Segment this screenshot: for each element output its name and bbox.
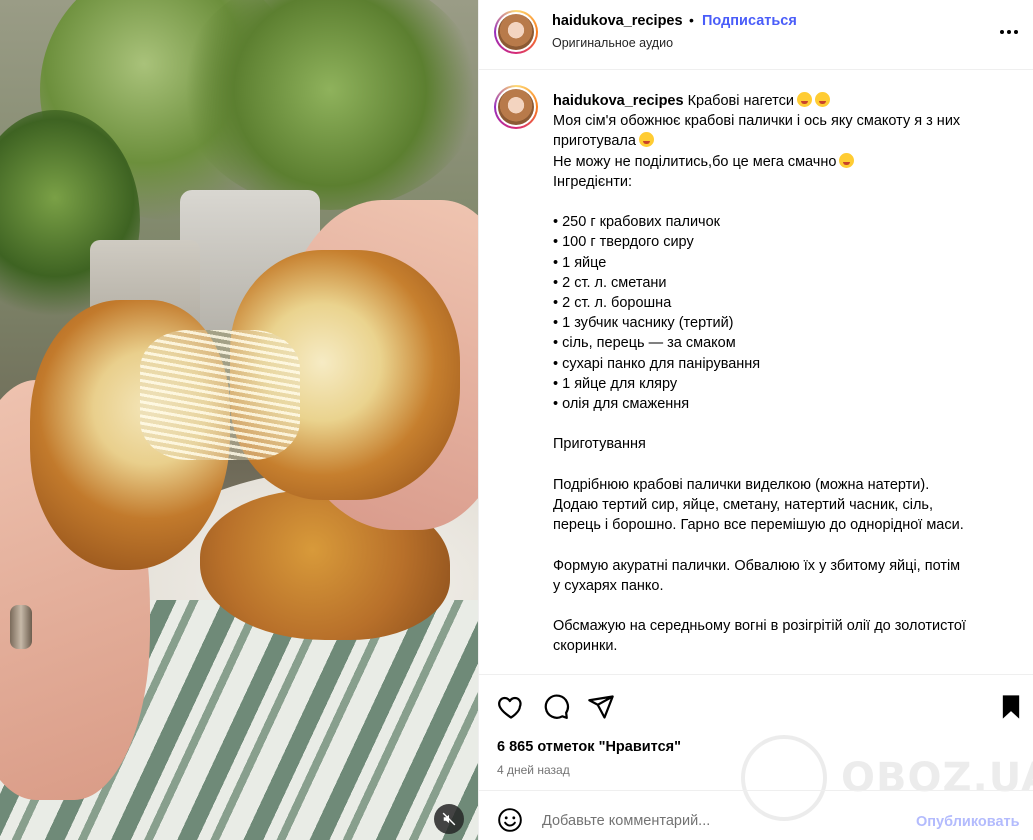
caption-line: приготувала [553, 131, 1013, 151]
yum-emoji-icon [814, 92, 830, 107]
actions-bar: 6 865 отметок "Нравится" 4 дней назад OB… [479, 674, 1033, 821]
username-link[interactable]: haidukova_recipes [552, 13, 683, 29]
caption-line: Подрібнюю крабові палички виделкою (можн… [553, 476, 930, 493]
caption-line: Приготування [553, 436, 646, 453]
caption-line: • олія для смаження [553, 396, 690, 413]
bookmark-icon[interactable] [997, 693, 1025, 721]
post-comment-button[interactable]: Опубликовать [916, 814, 1020, 830]
post-panel: haidukova_recipes • Подписаться Оригинал… [478, 0, 1033, 840]
emoji-icon[interactable] [497, 807, 523, 833]
caption-title: Крабові нагетси [687, 93, 794, 109]
speaker-muted-icon [442, 812, 456, 826]
likes-count[interactable]: 6 865 отметок "Нравится" [497, 739, 681, 755]
comment-icon[interactable] [542, 693, 570, 721]
mute-button[interactable] [434, 804, 464, 834]
caption-line [553, 596, 1013, 616]
caption-line: Формую акуратні палички. Обвалюю їх у зб… [553, 557, 961, 574]
caption-line: Додаю тертий сир, яйце, сметану, натерти… [553, 497, 934, 514]
caption-username[interactable]: haidukova_recipes [553, 93, 684, 109]
comment-bar: Опубликовать [479, 790, 1033, 840]
follow-button[interactable]: Подписаться [702, 13, 797, 29]
caption-line: Моя сім'я обожнює крабові палички і ось … [553, 113, 961, 130]
caption-line: Не можу не поділитись,бо це мега смачно [553, 152, 1013, 172]
caption-line: Обсмажую на середньому вогні в розігріті… [553, 618, 966, 635]
caption-line: • сухарі панко для панірування [553, 355, 761, 372]
caption-line: • 1 яйце [553, 254, 607, 271]
caption-line: • 1 яйце для кляру [553, 375, 678, 392]
avatar[interactable] [494, 10, 538, 54]
caption-line [553, 192, 1013, 212]
face-emoji-icon [796, 92, 812, 107]
caption-line [553, 414, 1013, 434]
caption-line: у сухарях панко. [553, 577, 664, 594]
caption-line: • 1 зубчик часнику (тертий) [553, 315, 734, 332]
emoji-icon [839, 152, 855, 168]
caption-line: • 250 г крабових паличок [553, 214, 721, 231]
media-ring [10, 605, 32, 649]
post-media[interactable] [0, 0, 478, 840]
caption-line: скоринки. [553, 638, 618, 655]
more-options-icon[interactable] [997, 22, 1021, 42]
caption-line: Інгредієнти: [553, 173, 632, 190]
caption-line: • 2 ст. л. борошна [553, 295, 672, 312]
caption-line: перець і борошно. Гарно все перемішую до… [553, 517, 964, 534]
post-timestamp[interactable]: 4 дней назад [497, 763, 570, 777]
caption-line: • сіль, перець — за смаком [553, 335, 736, 352]
comment-input[interactable] [542, 803, 902, 839]
media-cheese-strings [140, 330, 300, 460]
caption-line [553, 535, 1013, 555]
emoji-icon [638, 132, 654, 148]
post-header: haidukova_recipes • Подписаться Оригинал… [479, 0, 1033, 70]
caption-line: • 100 г твердого сиру [553, 234, 694, 251]
caption-line: • 2 ст. л. сметани [553, 274, 667, 291]
caption-section: haidukova_recipes Крабові нагетси Моя сі… [479, 71, 1033, 674]
caption-text: haidukova_recipes Крабові нагетси Моя сі… [553, 91, 1013, 657]
heart-icon[interactable] [497, 693, 525, 721]
audio-link[interactable]: Оригинальное аудио [552, 36, 673, 50]
share-icon[interactable] [587, 693, 615, 721]
caption-avatar[interactable] [494, 85, 538, 129]
separator-dot: • [689, 12, 694, 28]
caption-line [553, 455, 1013, 475]
